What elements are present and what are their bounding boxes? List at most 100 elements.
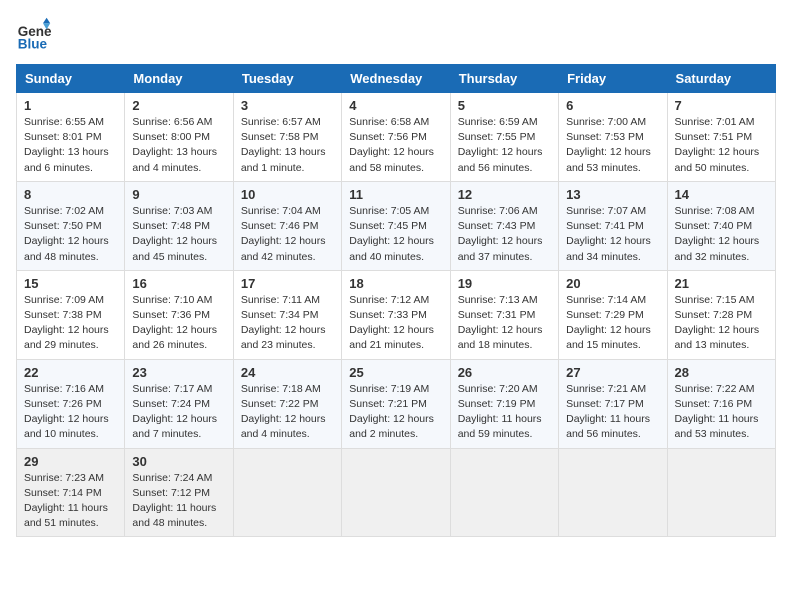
calendar-cell: 18 Sunrise: 7:12 AM Sunset: 7:33 PM Dayl… <box>342 270 450 359</box>
calendar-cell: 1 Sunrise: 6:55 AM Sunset: 8:01 PM Dayli… <box>17 93 125 182</box>
sunset-label: Sunset: 7:16 PM <box>675 398 753 410</box>
sunrise-label: Sunrise: 7:08 AM <box>675 205 755 217</box>
day-number: 1 <box>24 98 117 113</box>
sunset-label: Sunset: 7:14 PM <box>24 487 102 499</box>
sunrise-label: Sunrise: 7:17 AM <box>132 383 212 395</box>
calendar-cell: 12 Sunrise: 7:06 AM Sunset: 7:43 PM Dayl… <box>450 181 558 270</box>
day-number: 15 <box>24 276 117 291</box>
sunset-label: Sunset: 7:38 PM <box>24 309 102 321</box>
sunrise-label: Sunrise: 7:12 AM <box>349 294 429 306</box>
calendar-cell: 6 Sunrise: 7:00 AM Sunset: 7:53 PM Dayli… <box>559 93 667 182</box>
cell-content: Sunrise: 7:03 AM Sunset: 7:48 PM Dayligh… <box>132 204 225 265</box>
daylight-label: Daylight: 11 hours and 51 minutes. <box>24 502 108 529</box>
calendar-table: SundayMondayTuesdayWednesdayThursdayFrid… <box>16 64 776 537</box>
sunrise-label: Sunrise: 7:23 AM <box>24 472 104 484</box>
sunrise-label: Sunrise: 7:05 AM <box>349 205 429 217</box>
sunset-label: Sunset: 7:41 PM <box>566 220 644 232</box>
sunset-label: Sunset: 7:24 PM <box>132 398 210 410</box>
day-number: 23 <box>132 365 225 380</box>
calendar-week-1: 1 Sunrise: 6:55 AM Sunset: 8:01 PM Dayli… <box>17 93 776 182</box>
sunrise-label: Sunrise: 6:55 AM <box>24 116 104 128</box>
logo-icon: General Blue <box>16 16 52 52</box>
day-number: 24 <box>241 365 334 380</box>
daylight-label: Daylight: 12 hours and 21 minutes. <box>349 324 434 351</box>
calendar-cell: 21 Sunrise: 7:15 AM Sunset: 7:28 PM Dayl… <box>667 270 775 359</box>
sunrise-label: Sunrise: 7:10 AM <box>132 294 212 306</box>
calendar-cell: 24 Sunrise: 7:18 AM Sunset: 7:22 PM Dayl… <box>233 359 341 448</box>
calendar-cell: 8 Sunrise: 7:02 AM Sunset: 7:50 PM Dayli… <box>17 181 125 270</box>
calendar-cell: 20 Sunrise: 7:14 AM Sunset: 7:29 PM Dayl… <box>559 270 667 359</box>
calendar-cell <box>667 448 775 537</box>
day-header-wednesday: Wednesday <box>342 65 450 93</box>
calendar-cell: 11 Sunrise: 7:05 AM Sunset: 7:45 PM Dayl… <box>342 181 450 270</box>
sunset-label: Sunset: 7:43 PM <box>458 220 536 232</box>
cell-content: Sunrise: 7:23 AM Sunset: 7:14 PM Dayligh… <box>24 471 117 532</box>
sunrise-label: Sunrise: 6:57 AM <box>241 116 321 128</box>
calendar-cell: 19 Sunrise: 7:13 AM Sunset: 7:31 PM Dayl… <box>450 270 558 359</box>
calendar-cell <box>559 448 667 537</box>
day-number: 29 <box>24 454 117 469</box>
cell-content: Sunrise: 7:17 AM Sunset: 7:24 PM Dayligh… <box>132 382 225 443</box>
daylight-label: Daylight: 12 hours and 48 minutes. <box>24 235 109 262</box>
daylight-label: Daylight: 12 hours and 23 minutes. <box>241 324 326 351</box>
daylight-label: Daylight: 11 hours and 53 minutes. <box>675 413 759 440</box>
sunrise-label: Sunrise: 7:04 AM <box>241 205 321 217</box>
daylight-label: Daylight: 12 hours and 26 minutes. <box>132 324 217 351</box>
day-number: 7 <box>675 98 768 113</box>
calendar-cell: 26 Sunrise: 7:20 AM Sunset: 7:19 PM Dayl… <box>450 359 558 448</box>
sunrise-label: Sunrise: 7:24 AM <box>132 472 212 484</box>
calendar-cell <box>450 448 558 537</box>
daylight-label: Daylight: 12 hours and 37 minutes. <box>458 235 543 262</box>
sunset-label: Sunset: 7:48 PM <box>132 220 210 232</box>
daylight-label: Daylight: 11 hours and 48 minutes. <box>132 502 216 529</box>
day-number: 25 <box>349 365 442 380</box>
cell-content: Sunrise: 7:18 AM Sunset: 7:22 PM Dayligh… <box>241 382 334 443</box>
sunrise-label: Sunrise: 6:59 AM <box>458 116 538 128</box>
sunset-label: Sunset: 7:33 PM <box>349 309 427 321</box>
cell-content: Sunrise: 6:55 AM Sunset: 8:01 PM Dayligh… <box>24 115 117 176</box>
daylight-label: Daylight: 12 hours and 13 minutes. <box>675 324 760 351</box>
cell-content: Sunrise: 7:14 AM Sunset: 7:29 PM Dayligh… <box>566 293 659 354</box>
calendar-cell: 25 Sunrise: 7:19 AM Sunset: 7:21 PM Dayl… <box>342 359 450 448</box>
day-number: 14 <box>675 187 768 202</box>
cell-content: Sunrise: 7:16 AM Sunset: 7:26 PM Dayligh… <box>24 382 117 443</box>
daylight-label: Daylight: 12 hours and 7 minutes. <box>132 413 217 440</box>
sunset-label: Sunset: 7:56 PM <box>349 131 427 143</box>
daylight-label: Daylight: 12 hours and 45 minutes. <box>132 235 217 262</box>
sunset-label: Sunset: 7:12 PM <box>132 487 210 499</box>
calendar-cell: 3 Sunrise: 6:57 AM Sunset: 7:58 PM Dayli… <box>233 93 341 182</box>
sunset-label: Sunset: 7:21 PM <box>349 398 427 410</box>
day-number: 6 <box>566 98 659 113</box>
sunset-label: Sunset: 7:46 PM <box>241 220 319 232</box>
daylight-label: Daylight: 12 hours and 29 minutes. <box>24 324 109 351</box>
day-number: 2 <box>132 98 225 113</box>
daylight-label: Daylight: 13 hours and 6 minutes. <box>24 146 109 173</box>
calendar-cell: 15 Sunrise: 7:09 AM Sunset: 7:38 PM Dayl… <box>17 270 125 359</box>
cell-content: Sunrise: 7:09 AM Sunset: 7:38 PM Dayligh… <box>24 293 117 354</box>
cell-content: Sunrise: 7:19 AM Sunset: 7:21 PM Dayligh… <box>349 382 442 443</box>
sunrise-label: Sunrise: 7:18 AM <box>241 383 321 395</box>
day-header-sunday: Sunday <box>17 65 125 93</box>
calendar-cell: 17 Sunrise: 7:11 AM Sunset: 7:34 PM Dayl… <box>233 270 341 359</box>
sunrise-label: Sunrise: 7:16 AM <box>24 383 104 395</box>
sunset-label: Sunset: 7:55 PM <box>458 131 536 143</box>
daylight-label: Daylight: 12 hours and 58 minutes. <box>349 146 434 173</box>
page-header: General Blue <box>16 16 776 52</box>
daylight-label: Daylight: 12 hours and 2 minutes. <box>349 413 434 440</box>
day-header-friday: Friday <box>559 65 667 93</box>
day-number: 12 <box>458 187 551 202</box>
day-number: 18 <box>349 276 442 291</box>
sunset-label: Sunset: 7:53 PM <box>566 131 644 143</box>
calendar-cell: 30 Sunrise: 7:24 AM Sunset: 7:12 PM Dayl… <box>125 448 233 537</box>
day-number: 30 <box>132 454 225 469</box>
calendar-week-2: 8 Sunrise: 7:02 AM Sunset: 7:50 PM Dayli… <box>17 181 776 270</box>
daylight-label: Daylight: 13 hours and 1 minute. <box>241 146 326 173</box>
sunset-label: Sunset: 7:28 PM <box>675 309 753 321</box>
calendar-cell: 10 Sunrise: 7:04 AM Sunset: 7:46 PM Dayl… <box>233 181 341 270</box>
calendar-cell: 5 Sunrise: 6:59 AM Sunset: 7:55 PM Dayli… <box>450 93 558 182</box>
cell-content: Sunrise: 7:13 AM Sunset: 7:31 PM Dayligh… <box>458 293 551 354</box>
sunrise-label: Sunrise: 7:21 AM <box>566 383 646 395</box>
calendar-cell: 29 Sunrise: 7:23 AM Sunset: 7:14 PM Dayl… <box>17 448 125 537</box>
sunset-label: Sunset: 8:01 PM <box>24 131 102 143</box>
day-number: 3 <box>241 98 334 113</box>
